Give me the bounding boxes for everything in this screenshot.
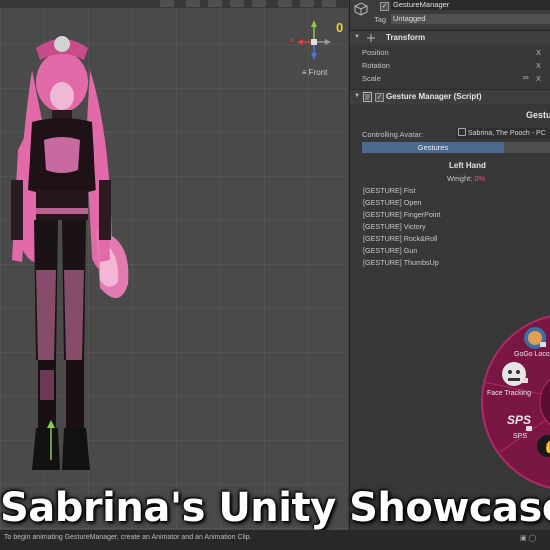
tag-dropdown[interactable]: Untagged	[391, 14, 550, 24]
toolbar-button[interactable]	[230, 0, 244, 7]
tab-other[interactable]	[504, 142, 550, 153]
transform-icon	[367, 34, 375, 42]
gesture-item-gun[interactable]: [GESTURE] Gun	[363, 245, 441, 257]
position-label: Position	[362, 48, 389, 57]
transform-header[interactable]: ▼ Transform	[350, 30, 550, 45]
toolbar-button[interactable]	[186, 0, 200, 7]
scale-x-label[interactable]: X	[536, 74, 541, 83]
controlling-avatar-field[interactable]: Sabrina, The Pooch - PC	[456, 128, 550, 139]
controlling-avatar-label: Controlling Avatar:	[362, 130, 424, 139]
submenu-icon	[526, 426, 532, 431]
position-x-label[interactable]: X	[536, 48, 541, 57]
tab-gestures[interactable]: Gestures	[362, 142, 504, 153]
gesture-item-victory[interactable]: [GESTURE] Victory	[363, 221, 441, 233]
radial-item-face-tracking[interactable]: Face Tracking	[487, 390, 531, 397]
left-hand-heading: Left Hand	[449, 161, 486, 170]
controlling-avatar-value: Sabrina, The Pooch - PC	[468, 130, 546, 137]
weight-value: 0%	[474, 174, 486, 183]
status-message: To begin animating GestureManager, creat…	[4, 534, 252, 541]
toolbar-button[interactable]	[322, 0, 336, 7]
status-icons[interactable]: ▣ ◯	[520, 534, 536, 542]
toolbar-button[interactable]	[160, 0, 174, 7]
gesture-item-fingerpoint[interactable]: [GESTURE] FingerPoint	[363, 209, 441, 221]
inspector-header: ✓ GestureManager Tag Untagged	[350, 0, 550, 28]
active-checkbox[interactable]: ✓	[380, 2, 389, 11]
gesture-item-open[interactable]: [GESTURE] Open	[363, 197, 441, 209]
submenu-icon	[522, 378, 528, 383]
radial-menu[interactable]: SPS ✋	[480, 312, 550, 492]
component-enabled-checkbox[interactable]: ✓	[375, 93, 384, 102]
radial-item-gogo-loco[interactable]: GoGo Loco	[514, 351, 550, 358]
gesture-list: [GESTURE] Fist [GESTURE] Open [GESTURE] …	[363, 185, 441, 269]
tag-label: Tag	[374, 15, 387, 24]
view-mode-text: Front	[308, 68, 328, 77]
radial-item-sps[interactable]: SPS	[513, 433, 527, 440]
collapse-arrow-icon[interactable]: ▼	[354, 34, 360, 40]
object-name-field[interactable]: GestureManager	[391, 0, 550, 10]
gesture-item-fist[interactable]: [GESTURE] Fist	[363, 185, 441, 197]
avatar-object-icon	[458, 128, 466, 136]
link-icon[interactable]: ∞	[523, 73, 529, 82]
view-mode-label[interactable]: ≡ Front	[300, 68, 327, 77]
gesture-manager-title: Gesture Manager (Script)	[386, 92, 482, 101]
gesture-item-thumbsup[interactable]: [GESTURE] ThumbsUp	[363, 257, 441, 269]
collapse-arrow-icon[interactable]: ▼	[354, 93, 360, 99]
rotation-x-label[interactable]: X	[536, 61, 541, 70]
gesture-manager-header[interactable]: ▼ ✓ Gesture Manager (Script)	[350, 89, 550, 104]
video-title-overlay: Sabrina's Unity Showcase	[0, 485, 550, 531]
hamburger-icon: ≡	[302, 68, 307, 77]
weight-readout: Weight: 0%	[447, 174, 485, 183]
scale-label: Scale	[362, 74, 381, 83]
scene-view[interactable]: x 0 ≡ Front	[0, 0, 348, 542]
rotation-label: Rotation	[362, 61, 390, 70]
toolbar-button[interactable]	[252, 0, 266, 7]
toolbar-button[interactable]	[300, 0, 314, 7]
toolbar-button[interactable]	[278, 0, 292, 7]
script-icon	[363, 92, 372, 102]
submenu-icon	[540, 342, 546, 347]
transform-title: Transform	[386, 33, 426, 42]
weight-label: Weight:	[447, 174, 473, 183]
scene-toolbar	[0, 0, 348, 8]
unity-editor-window: x 0 ≡ Front ✓ GestureManager Tag Untagge…	[0, 0, 550, 550]
gizmo-x-label: x	[290, 37, 294, 44]
gesture-item-rockandroll[interactable]: [GESTURE] Rock&Roll	[363, 233, 441, 245]
gizmo-zero-label: 0	[336, 20, 344, 35]
avatar-model[interactable]	[0, 30, 160, 480]
gesture-manager-heading: Gestu	[526, 110, 550, 120]
status-bar: To begin animating GestureManager, creat…	[0, 530, 550, 550]
toolbar-button[interactable]	[208, 0, 222, 7]
sps-badge: SPS	[507, 413, 531, 427]
move-y-handle-icon[interactable]	[46, 420, 56, 460]
cube-icon	[354, 2, 368, 16]
svg-text:✋: ✋	[543, 440, 550, 454]
